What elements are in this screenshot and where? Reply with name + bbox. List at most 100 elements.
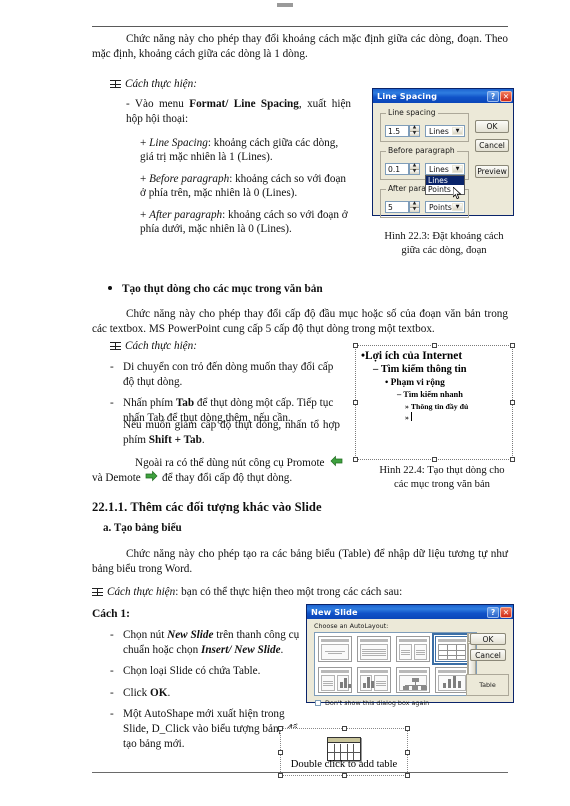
- resize-handle-w[interactable]: [278, 749, 283, 755]
- footer-rule: [92, 772, 508, 773]
- slide-preview-content: •Lợi ích của Internet – Tìm kiếm thông t…: [359, 349, 509, 456]
- chevron-down-icon[interactable]: ▼: [452, 165, 463, 173]
- plus-item: + After paragraph: khoảng cách so với đo…: [140, 208, 348, 236]
- plus-item: + Line Spacing: khoảng cách giữa các dòn…: [140, 137, 339, 164]
- layout-option-table[interactable]: [432, 633, 472, 665]
- unit-dropdown-list[interactable]: Lines Points: [425, 175, 465, 195]
- new-slide-cancel-button[interactable]: Cancel: [470, 649, 506, 661]
- plus-items-block: + Line Spacing: khoảng cách giữa các dòn…: [140, 136, 350, 243]
- spinner-down-icon[interactable]: ▼: [410, 130, 419, 136]
- dropdown-option-lines[interactable]: Lines: [426, 176, 464, 185]
- dash-marker: -: [110, 665, 114, 678]
- dropdown-option-points[interactable]: Points: [426, 185, 464, 194]
- resize-handle-nw[interactable]: [353, 343, 358, 348]
- new-slide-dialog[interactable]: New Slide ? ✕ Choose an AutoLayout: Don'…: [306, 604, 514, 707]
- dont-show-label: Don't show this dialog box again: [325, 699, 430, 707]
- resize-handle-s[interactable]: [341, 773, 347, 778]
- line-spacing-dialog[interactable]: Line Spacing ? ✕ Line spacing 1.5 ▲ ▼ Li…: [372, 88, 514, 218]
- table-placeholder[interactable]: Double click to add table: [278, 726, 410, 778]
- resize-handle-ne[interactable]: [510, 343, 515, 348]
- layout-option-org-chart[interactable]: [396, 667, 430, 693]
- slide-preview[interactable]: •Lợi ích của Internet – Tìm kiếm thông t…: [353, 343, 515, 462]
- help-icon[interactable]: ?: [487, 90, 499, 102]
- figure-22-3-caption: Hình 22.3: Đặt khoảng cách giữa các dòng…: [384, 231, 504, 256]
- list-item: - Chọn loại Slide có chứa Table.: [110, 665, 261, 678]
- bullet-heading: Tạo thụt dòng cho các mục trong văn bản: [108, 282, 452, 297]
- after-paragraph-spinner[interactable]: ▲ ▼: [409, 201, 420, 213]
- before-paragraph-value-input[interactable]: 0.1: [385, 163, 409, 175]
- dash-marker: -: [110, 708, 114, 721]
- slide-level-5: » Thông tin đầy đủ: [405, 401, 469, 411]
- resize-handle-e[interactable]: [510, 400, 515, 405]
- cancel-button[interactable]: Cancel: [475, 139, 509, 152]
- layout-option-chart[interactable]: [435, 667, 469, 693]
- chevron-down-icon[interactable]: ▼: [452, 127, 463, 135]
- resize-handle-e[interactable]: [405, 749, 410, 755]
- spinner-down-icon[interactable]: ▼: [410, 168, 419, 174]
- list-item: - Chọn nút New Slide trên thanh công cụ …: [110, 629, 300, 656]
- autolayout-list[interactable]: ☺ ☺: [314, 632, 477, 696]
- plus-term: Line Spacing: [149, 137, 208, 149]
- resize-handle-se[interactable]: [510, 457, 515, 462]
- layout-option-title-only[interactable]: [318, 636, 352, 662]
- before-paragraph-spinner[interactable]: ▲ ▼: [409, 163, 420, 175]
- bullet-dot-icon: [108, 286, 112, 290]
- insert-new-slide-bold: Insert/ New Slide: [200, 643, 281, 656]
- table-icon: [327, 737, 361, 761]
- howto-label-2: Cách thực hiện:: [110, 340, 197, 352]
- resize-handle-w[interactable]: [353, 400, 358, 405]
- close-icon[interactable]: ✕: [500, 606, 512, 618]
- line-spacing-unit-value: Lines: [429, 126, 449, 136]
- preview-button[interactable]: Preview: [475, 165, 509, 178]
- bullet-l4-icon: –: [397, 390, 402, 399]
- resize-handle-n[interactable]: [341, 726, 347, 731]
- layout-option-chart-text[interactable]: [357, 667, 391, 693]
- new-slide-bold: New Slide: [167, 629, 214, 641]
- ok-button[interactable]: OK: [475, 120, 509, 133]
- resize-handle-ne[interactable]: [405, 726, 410, 731]
- slide-level-3: • Phạm vi rộng: [385, 377, 445, 388]
- slide-level-4: – Tìm kiếm nhanh: [397, 390, 463, 399]
- close-icon[interactable]: ✕: [500, 90, 512, 102]
- help-icon[interactable]: ?: [487, 606, 499, 618]
- layout-option-two-column-text[interactable]: [396, 636, 430, 662]
- dont-show-checkbox[interactable]: [315, 700, 321, 706]
- layout-option-text-chart[interactable]: [318, 667, 352, 693]
- after-paragraph-unit-combo[interactable]: Points ▼: [425, 201, 465, 213]
- before-paragraph-unit-combo[interactable]: Lines ▼: [425, 163, 465, 175]
- sub-heading: a. Tạo bảng biểu: [103, 522, 182, 534]
- autolayout-label: Choose an AutoLayout:: [314, 622, 389, 630]
- intro-paragraph: Chức năng này cho phép thay đổi khoảng c…: [92, 33, 508, 60]
- new-slide-title: New Slide: [311, 607, 358, 617]
- bullet-l6-icon: »: [405, 412, 409, 422]
- chevron-down-icon[interactable]: ▼: [452, 203, 463, 211]
- line-spacing-body: Line spacing 1.5 ▲ ▼ Lines ▼ Before para…: [373, 103, 513, 229]
- resize-handle-sw[interactable]: [353, 457, 358, 462]
- line-spacing-group-label: Line spacing: [386, 108, 438, 117]
- header-rule: [92, 26, 508, 27]
- bullet-l2-icon: –: [373, 364, 379, 375]
- resize-handle-n[interactable]: [431, 343, 437, 348]
- dash-marker: -: [110, 397, 114, 410]
- shift-tab-bold: Shift + Tab: [148, 433, 202, 446]
- new-slide-titlebar: New Slide ? ✕: [307, 605, 513, 619]
- resize-handle-sw[interactable]: [278, 773, 283, 778]
- resize-handle-se[interactable]: [405, 773, 410, 778]
- resize-handle-nw[interactable]: [278, 726, 283, 731]
- spinner-down-icon[interactable]: ▼: [410, 206, 419, 212]
- plus-term: After paragraph: [149, 208, 223, 221]
- line-spacing-unit-combo[interactable]: Lines ▼: [425, 125, 465, 137]
- line-spacing-value-input[interactable]: 1.5: [385, 125, 409, 137]
- new-slide-ok-button[interactable]: OK: [470, 633, 506, 645]
- slide-level-2: – Tìm kiếm thông tin: [373, 364, 467, 375]
- new-slide-body: Choose an AutoLayout: Don't show this di…: [307, 619, 513, 716]
- slide-level-1: •Lợi ích của Internet: [361, 350, 463, 362]
- tab-key-bold: Tab: [175, 397, 195, 410]
- layout-option-title-text[interactable]: [357, 636, 391, 662]
- slide-level-6: »: [359, 411, 509, 423]
- dash-marker: -: [110, 686, 114, 699]
- resize-handle-s[interactable]: [431, 457, 437, 462]
- after-paragraph-value-input[interactable]: 5: [385, 201, 409, 213]
- before-paragraph-group-label: Before paragraph: [386, 146, 457, 155]
- line-spacing-spinner[interactable]: ▲ ▼: [409, 125, 420, 137]
